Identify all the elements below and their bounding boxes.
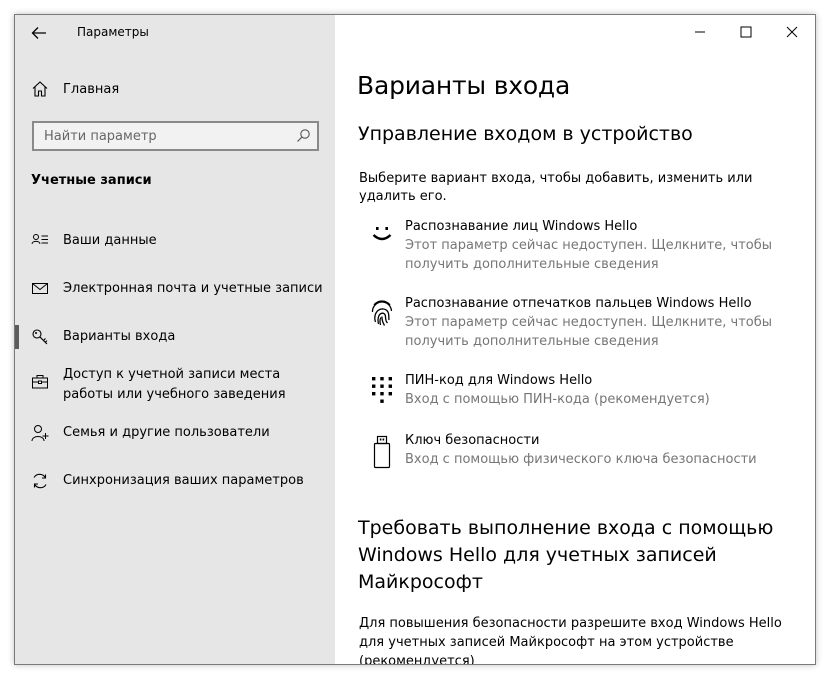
home-icon [32,81,48,97]
app-title: Параметры [77,25,149,39]
back-arrow-icon [31,27,46,39]
sidebar-item-label: Ваши данные [63,233,157,248]
minimize-icon [695,31,705,33]
page-title: Варианты входа [357,71,571,100]
option-title: Ключ безопасности [405,433,540,448]
back-button[interactable] [29,23,49,43]
sidebar-item-label: Электронная почта и учетные записи [63,281,323,296]
key-icon [15,327,63,346]
sidebar-item-label: Семья и другие пользователи [63,425,270,440]
sidebar-item-family[interactable]: Семья и другие пользователи [15,423,335,443]
section-title: Управление входом в устройство [358,123,693,145]
search-input[interactable] [44,128,289,144]
option-description: Вход с помощью ПИН-кода (рекомендуется) [405,392,710,407]
fingerprint-icon [359,294,405,351]
option-fingerprint[interactable]: Распознавание отпечатков пальцев Windows… [359,294,799,351]
add-user-icon [15,423,63,442]
section-description: Выберите вариант входа, чтобы добавить, … [359,171,753,204]
close-button[interactable] [769,19,815,45]
search-icon[interactable] [289,123,317,149]
option-description: Вход с помощью физического ключа безопас… [405,452,757,467]
sidebar-section-title: Учетные записи [31,173,152,188]
option-description[interactable]: Этот параметр сейчас недоступен. Щелкнит… [405,236,799,274]
sidebar: Параметры Главная Учетные записи [15,15,335,664]
sidebar-item-work-access[interactable]: Доступ к учетной записи места работы или… [15,365,335,405]
option-pin[interactable]: ПИН-код для Windows Hello Вход с помощью… [359,371,799,409]
minimize-button[interactable] [677,19,723,45]
sidebar-item-home[interactable]: Главная [31,79,119,99]
pin-keypad-icon [359,371,405,409]
usb-key-icon [359,431,405,469]
sidebar-item-your-info[interactable]: Ваши данные [15,231,335,251]
option-description[interactable]: Этот параметр сейчас недоступен. Щелкнит… [405,313,799,351]
maximize-button[interactable] [723,19,769,45]
user-card-icon [15,231,63,250]
sidebar-item-label: Доступ к учетной записи места работы или… [63,367,286,402]
home-label: Главная [63,81,120,97]
briefcase-icon [15,365,63,391]
face-icon [359,217,405,274]
main-content: Варианты входа Управление входом в устро… [335,15,815,664]
sidebar-item-sync[interactable]: Синхронизация ваших параметров [15,471,335,491]
sidebar-item-sign-in-options[interactable]: Варианты входа [15,325,335,349]
option-title: ПИН-код для Windows Hello [405,373,593,388]
option-title: Распознавание лиц Windows Hello [405,219,638,234]
maximize-icon [740,26,752,38]
option-security-key[interactable]: Ключ безопасности Вход с помощью физичес… [359,431,799,469]
close-icon [786,26,798,38]
mail-icon [15,279,63,298]
search-box[interactable] [32,121,319,151]
sidebar-item-email[interactable]: Электронная почта и учетные записи [15,279,335,299]
sidebar-item-label: Синхронизация ваших параметров [63,473,304,488]
windows-hello-requirement-description: Для повышения безопасности разрешите вхо… [359,616,782,664]
sync-icon [15,471,63,490]
windows-hello-requirement-title: Требовать выполнение входа с помощью Win… [358,517,774,593]
sidebar-item-label: Варианты входа [63,329,176,344]
option-title: Распознавание отпечатков пальцев Windows… [405,296,752,311]
option-face-recognition[interactable]: Распознавание лиц Windows Hello Этот пар… [359,217,799,274]
settings-window: Параметры Главная Учетные записи [14,14,816,665]
